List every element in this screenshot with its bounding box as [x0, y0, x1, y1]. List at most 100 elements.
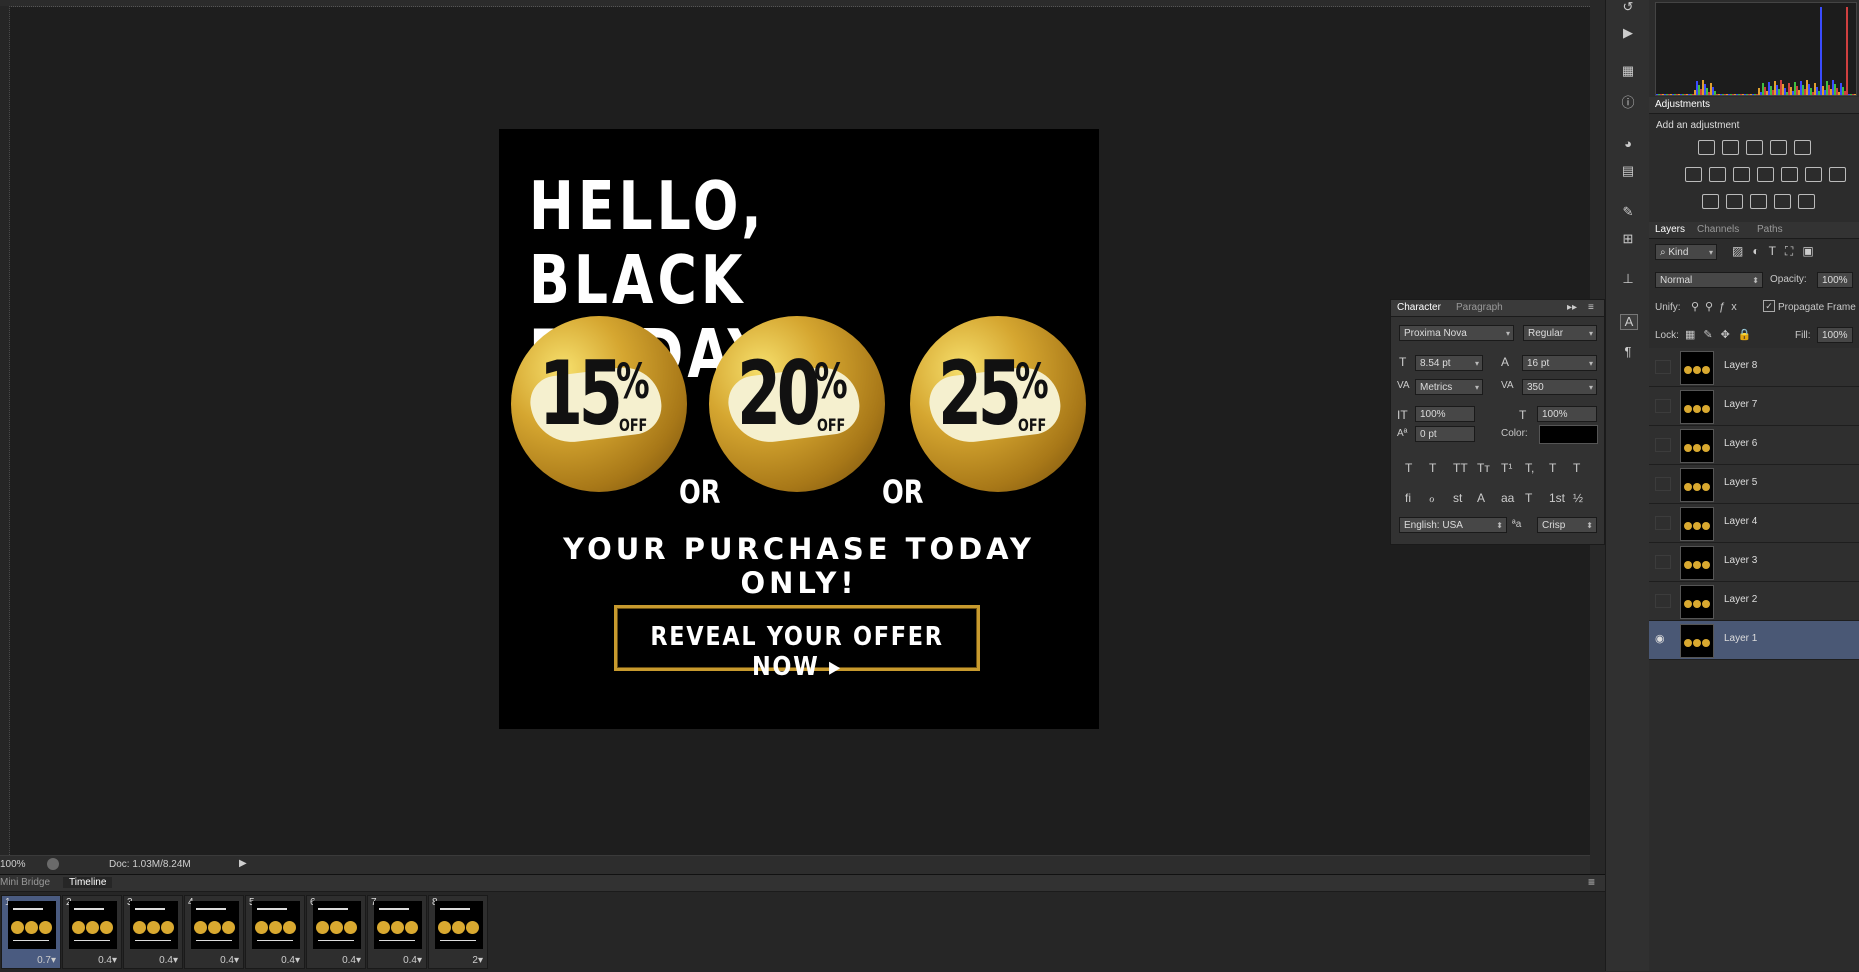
opentype_glyphs-button[interactable]: T [1525, 491, 1532, 505]
tab-channels[interactable]: Channels [1697, 224, 1739, 235]
kerning-field[interactable]: Metrics ▾ [1415, 379, 1483, 395]
tracking-field[interactable]: 350 ▾ [1522, 379, 1597, 395]
opentype_glyphs-button[interactable]: ℴ [1429, 491, 1435, 505]
font-family-select[interactable]: Proxima Nova ▾ [1399, 325, 1514, 341]
color-balance-icon[interactable] [1709, 167, 1726, 182]
timeline-frame[interactable]: 82▾ [428, 895, 488, 969]
unify-icons[interactable]: ⚲⚲ƒx [1691, 300, 1743, 313]
play-arrow-icon[interactable]: ▶ [239, 858, 247, 869]
layer-row[interactable]: Layer 3 [1649, 543, 1859, 582]
layer-row[interactable]: Layer 4 [1649, 504, 1859, 543]
text_style_glyphs-button[interactable]: T [1405, 461, 1412, 475]
opentype_glyphs-button[interactable]: fi [1405, 491, 1411, 505]
brush-icon[interactable]: ✎ [1620, 205, 1636, 219]
status-menu-icon[interactable] [47, 858, 59, 870]
text_style_glyphs-button[interactable]: TT [1453, 461, 1468, 475]
propagate-checkbox[interactable]: ✓ [1763, 300, 1775, 312]
opentype_glyphs-button[interactable]: ½ [1573, 491, 1583, 505]
photo-filter-icon[interactable] [1757, 167, 1774, 182]
timeline-frame[interactable]: 20.4▾ [62, 895, 122, 969]
opentype_glyphs-button[interactable]: A [1477, 491, 1485, 505]
opacity-field[interactable]: 100% [1817, 272, 1853, 288]
threshold-icon[interactable] [1726, 194, 1743, 209]
font-size-field[interactable]: 8.54 pt ▾ [1415, 355, 1483, 371]
history-icon[interactable]: ↺ [1620, 0, 1636, 14]
hue-saturation-icon[interactable] [1685, 167, 1702, 182]
visibility-toggle[interactable] [1655, 594, 1671, 608]
baseline-shift-field[interactable]: 0 pt [1415, 426, 1475, 442]
exposure-icon[interactable] [1770, 140, 1787, 155]
vertical-scale-field[interactable]: 100% [1415, 406, 1475, 422]
curves-icon[interactable] [1746, 140, 1763, 155]
layer-row[interactable]: Layer 7 [1649, 387, 1859, 426]
timeline-frame[interactable]: 50.4▾ [245, 895, 305, 969]
visibility-toggle[interactable] [1655, 555, 1671, 569]
opentype_glyphs-button[interactable]: aa [1501, 491, 1514, 505]
layer-comps-icon[interactable]: ▦ [1620, 64, 1636, 78]
opentype_glyphs-button[interactable]: 1st [1549, 491, 1565, 505]
antialias-select[interactable]: Crisp ⬍ [1537, 517, 1597, 533]
lock-icons[interactable]: ▦✎✥🔒 [1685, 328, 1760, 341]
text_style_glyphs-button[interactable]: T¹ [1501, 461, 1512, 475]
filter-kind-select[interactable]: ⌕ Kind ▾ [1655, 244, 1717, 260]
invert-icon[interactable] [1829, 167, 1846, 182]
timeline-frame[interactable]: 40.4▾ [184, 895, 244, 969]
visibility-toggle[interactable] [1655, 477, 1671, 491]
tab-paths[interactable]: Paths [1757, 224, 1783, 235]
opentype_glyphs-button[interactable]: st [1453, 491, 1462, 505]
character-panel-icon[interactable]: A [1620, 314, 1638, 330]
timeline-frame[interactable]: 70.4▾ [367, 895, 427, 969]
layer-row[interactable]: ◉ Layer 1 [1649, 621, 1859, 660]
canvas-workspace[interactable]: HELLO, BLACK FRIDAY... 15 % OFF OR 20 % … [0, 0, 1590, 855]
play-icon[interactable]: ▶ [1620, 26, 1636, 40]
swatches-icon[interactable]: ▤ [1620, 164, 1636, 178]
text_style_glyphs-button[interactable]: T [1549, 461, 1556, 475]
text-color-swatch[interactable] [1539, 425, 1598, 444]
layer-row[interactable]: Layer 2 [1649, 582, 1859, 621]
frame-delay[interactable]: 0.7▾ [37, 955, 56, 966]
reveal-offer-button[interactable]: REVEAL YOUR OFFER NOW ▸ [614, 605, 980, 682]
zoom-level[interactable]: 100% [0, 859, 26, 870]
gradient-map-icon[interactable] [1750, 194, 1767, 209]
tab-layers[interactable]: Layers [1655, 224, 1685, 235]
panel-menu-icon[interactable]: ≡ [1588, 302, 1594, 313]
brightness-contrast-icon[interactable] [1698, 140, 1715, 155]
clone-source-icon[interactable]: ⊞ [1620, 232, 1636, 246]
frame-delay[interactable]: 0.4▾ [403, 955, 422, 966]
text_style_glyphs-button[interactable]: Tт [1477, 461, 1490, 475]
tab-mini-bridge[interactable]: Mini Bridge [0, 877, 50, 888]
channel-mixer-icon[interactable] [1781, 167, 1798, 182]
black-white-icon[interactable] [1733, 167, 1750, 182]
frame-delay[interactable]: 0.4▾ [281, 955, 300, 966]
layer-row[interactable]: Layer 5 [1649, 465, 1859, 504]
layer-row[interactable]: Layer 8 [1649, 348, 1859, 387]
frame-delay[interactable]: 0.4▾ [98, 955, 117, 966]
language-select[interactable]: English: USA ⬍ [1399, 517, 1507, 533]
panel-menu-icon[interactable]: ≡ [1588, 875, 1595, 889]
fill-field[interactable]: 100% [1817, 327, 1853, 343]
visibility-toggle[interactable] [1655, 399, 1671, 413]
text_style_glyphs-button[interactable]: T, [1525, 461, 1534, 475]
text_style_glyphs-button[interactable]: T [1429, 461, 1436, 475]
blend-mode-select[interactable]: Normal ⬍ [1655, 272, 1763, 288]
eye-icon[interactable]: ◉ [1655, 633, 1669, 645]
layer-row[interactable]: Layer 6 [1649, 426, 1859, 465]
filter-type-icons[interactable]: ▨◐T⛶▣ [1732, 244, 1823, 259]
frame-delay[interactable]: 0.4▾ [342, 955, 361, 966]
tab-paragraph[interactable]: Paragraph [1456, 302, 1503, 313]
frame-delay[interactable]: 2▾ [472, 955, 483, 966]
levels-icon[interactable] [1722, 140, 1739, 155]
text_style_glyphs-button[interactable]: T [1573, 461, 1580, 475]
timeline-frame[interactable]: 30.4▾ [123, 895, 183, 969]
font-style-select[interactable]: Regular ▾ [1523, 325, 1597, 341]
tab-timeline[interactable]: Timeline [63, 877, 113, 888]
timeline-frame[interactable]: 10.7▾ [1, 895, 61, 969]
visibility-toggle[interactable] [1655, 516, 1671, 530]
posterize-icon[interactable] [1702, 194, 1719, 209]
visibility-toggle[interactable] [1655, 360, 1671, 374]
misc-adjustment-icon[interactable] [1798, 194, 1815, 209]
adjustments-title[interactable]: Adjustments [1655, 99, 1710, 110]
color-palette-icon[interactable]: ◕ [1620, 137, 1636, 151]
tool-presets-icon[interactable]: ⊥ [1620, 272, 1636, 286]
color-lookup-icon[interactable] [1805, 167, 1822, 182]
